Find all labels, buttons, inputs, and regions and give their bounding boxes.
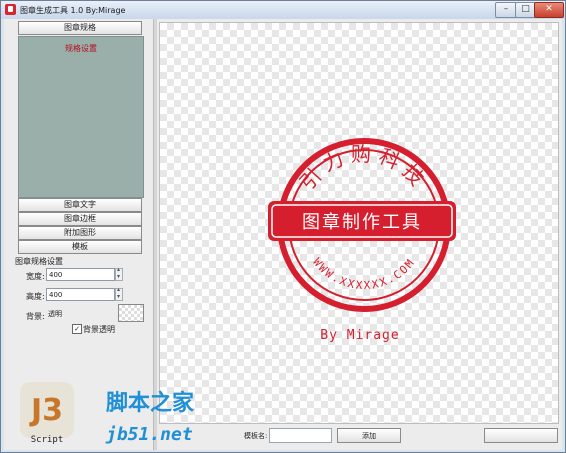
height-label: 高度: (26, 292, 45, 301)
stamp-top-text: 引力购科技 (295, 142, 433, 195)
tab-stamp-text[interactable]: 图章文字 (18, 198, 142, 212)
logo-script-text: Script (31, 435, 64, 445)
stamp-preview: 引力购科技 WWW.XXXXXX.COM 图章制作工具 By Mirage (268, 138, 456, 343)
template-name-label: 模板名: (244, 432, 268, 440)
logo-mark: J3 (29, 393, 63, 428)
transparent-label: 背景透明 (83, 325, 115, 334)
tab-extra-shape[interactable]: 附加图形 (18, 226, 142, 240)
jb51-logo: J3 Script (20, 382, 74, 445)
site-domain: jb51.net (105, 424, 193, 445)
template-name-input[interactable] (269, 428, 332, 443)
toolbar-button[interactable] (484, 428, 558, 443)
width-label: 宽度: (26, 272, 45, 281)
site-name-cn: 脚本之家 (106, 390, 195, 416)
tab-stamp-border[interactable]: 图章边框 (18, 212, 142, 226)
add-template-button[interactable]: 添加 (337, 428, 401, 443)
height-field[interactable]: 400 (46, 288, 115, 301)
spec-form-title: 图章规格设置 (15, 257, 63, 266)
height-stepper[interactable] (115, 286, 123, 301)
background-label: 背景: (26, 312, 45, 321)
site-watermark: J3 Script 脚本之家 jb51.net (20, 382, 195, 445)
width-stepper[interactable] (115, 266, 123, 281)
close-button[interactable]: ✕ (534, 2, 564, 18)
stamp-bottom-text: WWW.XXXXXX.COM (310, 256, 418, 292)
spec-panel: 规格设置 (18, 36, 144, 198)
app-window: 图章生成工具 1.0 By:Mirage – □ ✕ 图章规格 规格设置 图章文… (0, 0, 566, 453)
background-color-swatch[interactable] (118, 304, 144, 322)
width-field[interactable]: 400 (46, 268, 115, 281)
minimize-button[interactable]: – (495, 2, 517, 18)
app-icon (5, 4, 16, 15)
spec-panel-title: 规格设置 (65, 44, 97, 53)
tab-template[interactable]: 模板 (18, 240, 142, 254)
preview-canvas: 引力购科技 WWW.XXXXXX.COM 图章制作工具 By Mirage (159, 22, 559, 424)
stamp-author-text: By Mirage (320, 328, 399, 343)
title-bar: 图章生成工具 1.0 By:Mirage – □ ✕ (1, 1, 565, 19)
window-title: 图章生成工具 1.0 By:Mirage (20, 6, 126, 15)
stamp-graphic: 引力购科技 WWW.XXXXXX.COM 图章制作工具 By Mirage (268, 138, 456, 343)
background-value: 透明 (48, 310, 62, 318)
tab-spec[interactable]: 图章规格 (18, 21, 142, 35)
maximize-button[interactable]: □ (515, 2, 536, 18)
transparent-checkbox[interactable]: ✓ (72, 324, 82, 334)
stamp-banner-text: 图章制作工具 (302, 212, 422, 233)
